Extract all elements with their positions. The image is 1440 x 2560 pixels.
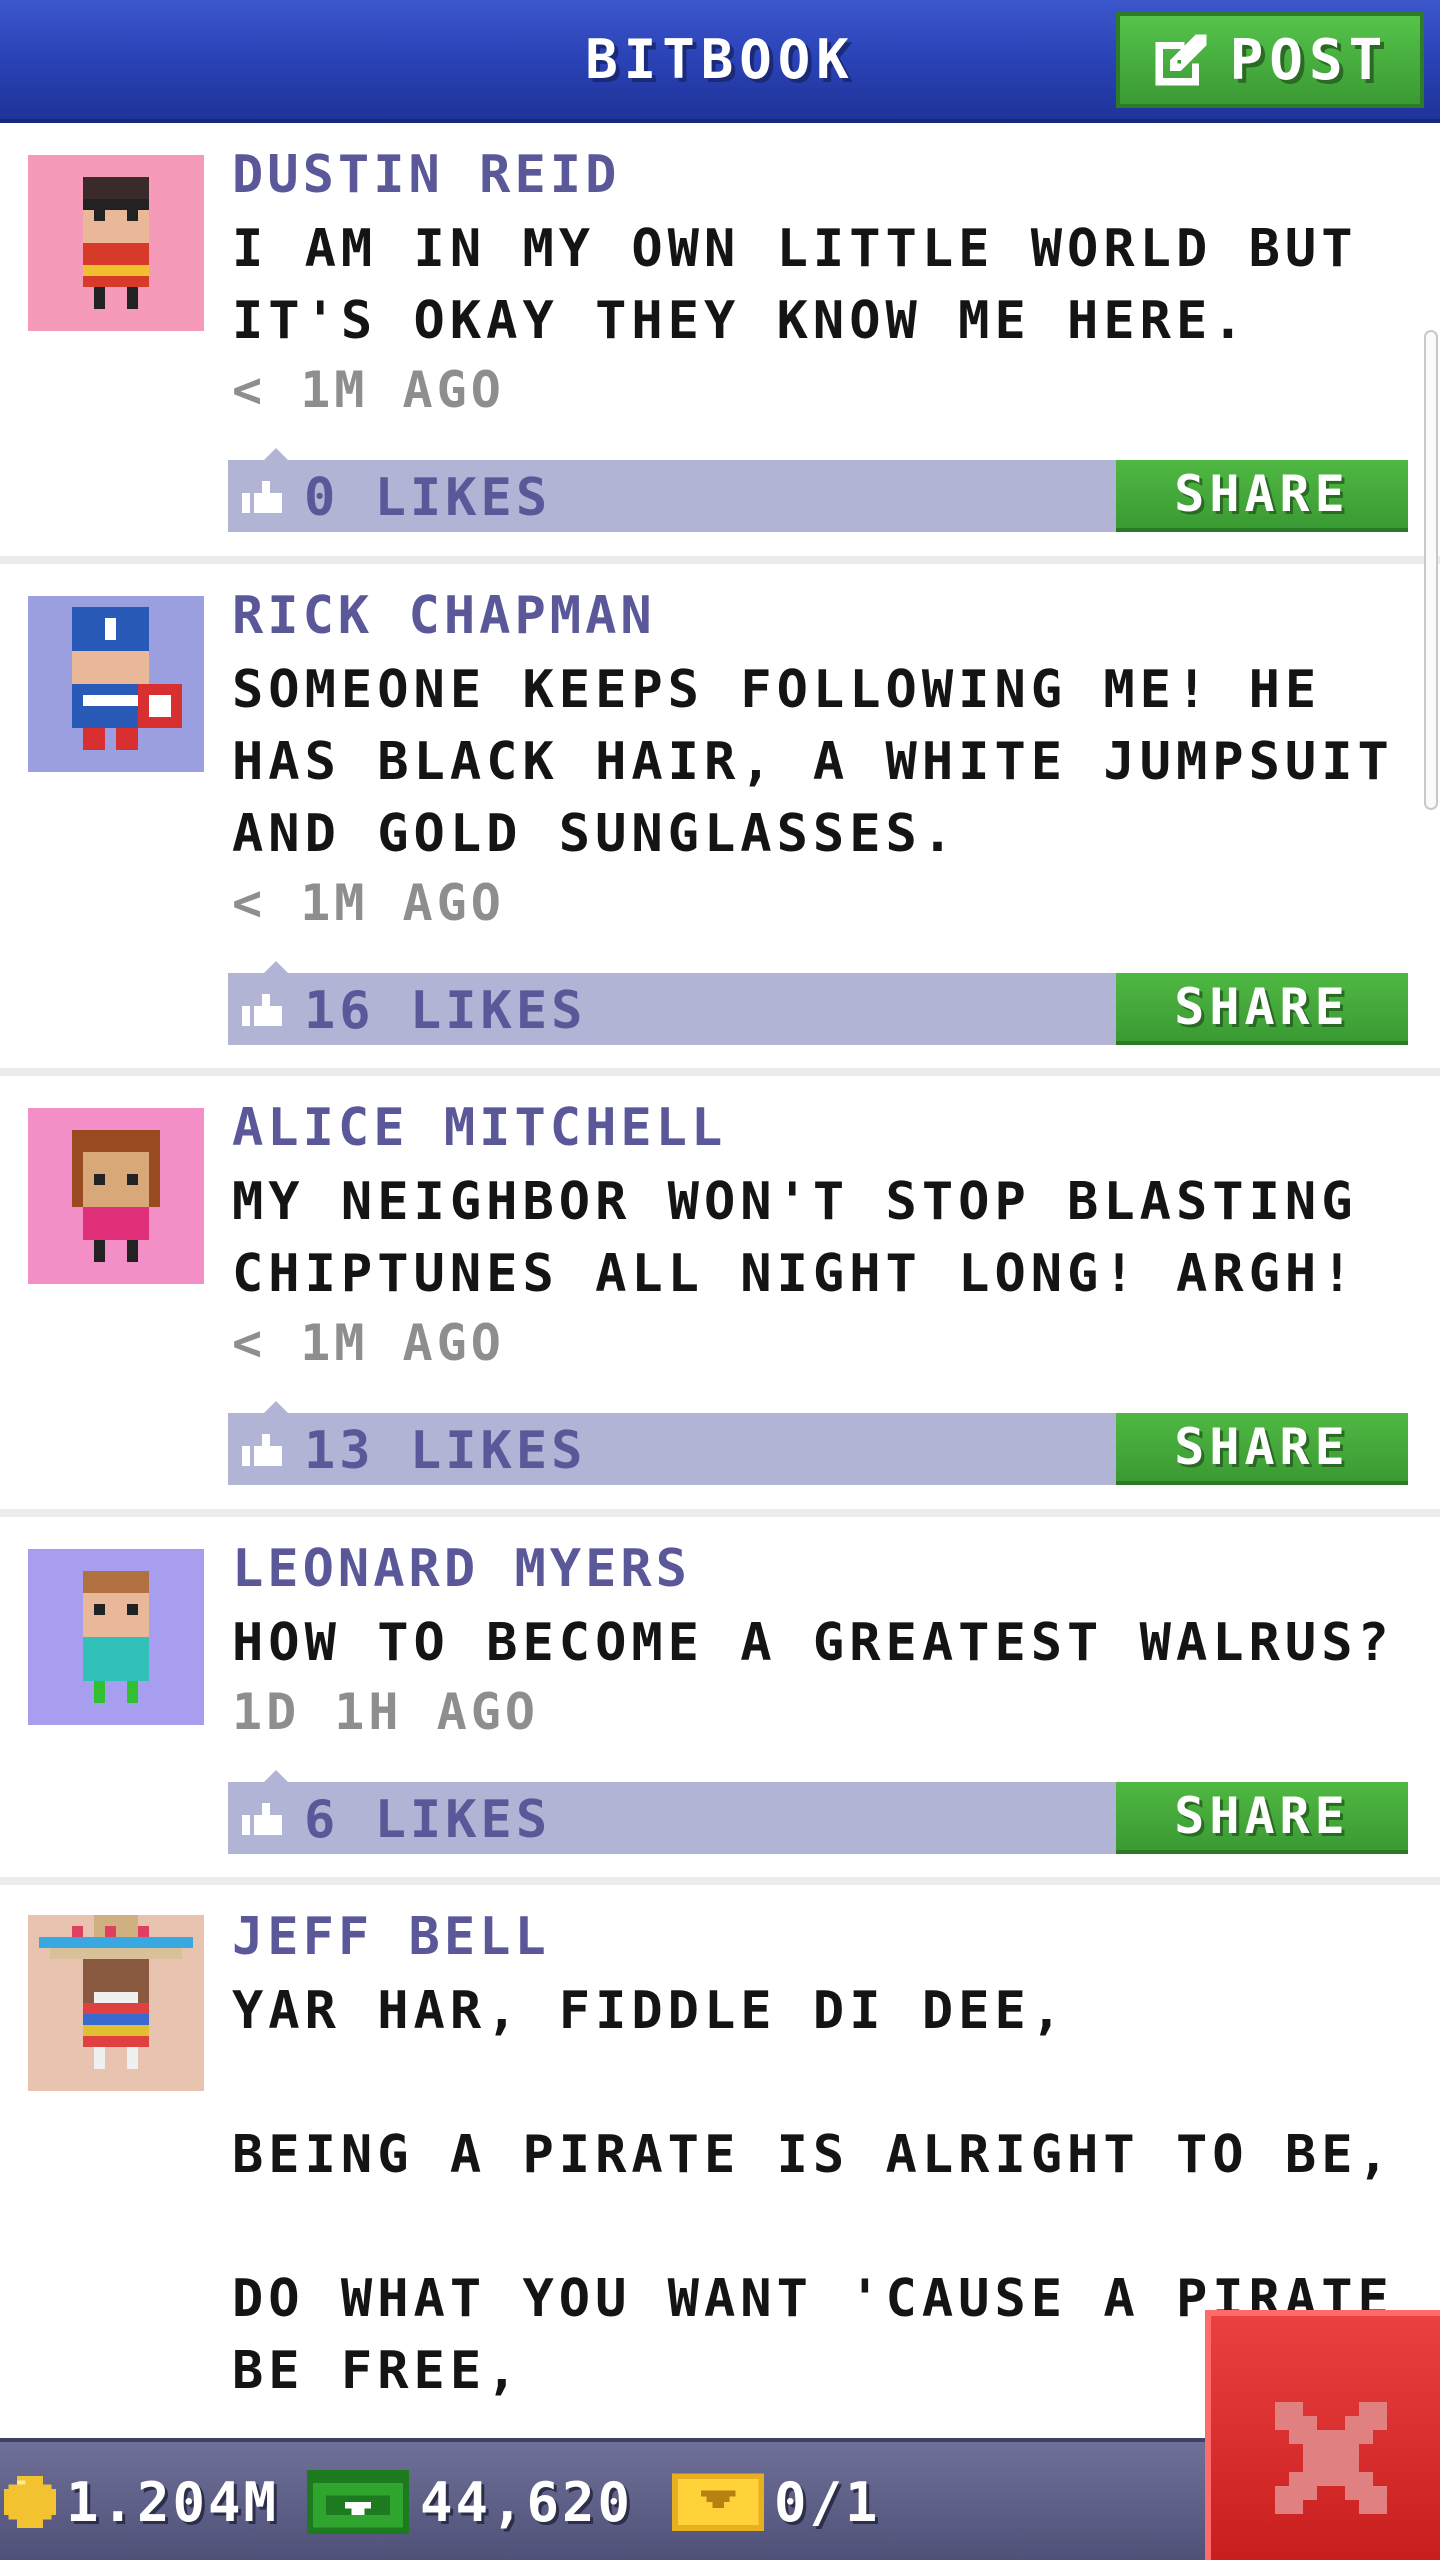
avatar: [28, 1915, 204, 2091]
likes-bar: 6 LIKES SHARE: [228, 1770, 1408, 1854]
avatar: [28, 596, 204, 772]
post-text: I AM IN MY OWN LITTLE WORLD BUT IT'S OKA…: [232, 219, 1358, 351]
post-author[interactable]: DUSTIN REID: [232, 145, 620, 205]
header-bar: BITBOOK POST: [0, 0, 1440, 123]
likes-count[interactable]: 16 LIKES: [304, 981, 586, 1041]
post-text: HOW TO BECOME A GREATEST WALRUS?: [232, 1613, 1394, 1673]
post-time: < 1M AGO: [232, 361, 505, 419]
post-author[interactable]: RICK CHAPMAN: [232, 586, 656, 646]
divider: [0, 1509, 1440, 1517]
thumbs-up-icon: [242, 1434, 282, 1466]
post-time: 1D 1H AGO: [232, 1683, 539, 1741]
tickets-stat: 0/1: [672, 2470, 881, 2534]
post-text: SOMEONE KEEPS FOLLOWING ME! HE HAS BLACK…: [232, 660, 1394, 864]
bux-value: 44,620: [420, 2470, 634, 2534]
compose-icon: [1155, 34, 1206, 86]
scroll-indicator[interactable]: [1424, 330, 1438, 810]
likes-bar: 13 LIKES SHARE: [228, 1401, 1408, 1485]
bux-icon: [306, 2470, 410, 2534]
post-time: < 1M AGO: [232, 1314, 505, 1372]
share-button[interactable]: SHARE: [1116, 973, 1408, 1045]
coin-icon: [4, 2476, 56, 2528]
likes-bar: 16 LIKES SHARE: [228, 961, 1408, 1045]
bitbook-app: BITBOOK POST DUSTIN REID I AM IN MY OWN …: [0, 0, 1440, 2560]
post-button[interactable]: POST: [1116, 12, 1424, 108]
post-author[interactable]: LEONARD MYERS: [232, 1539, 691, 1599]
post-button-label: POST: [1229, 27, 1389, 93]
thumbs-up-icon: [242, 1803, 282, 1835]
share-button[interactable]: SHARE: [1116, 460, 1408, 532]
close-icon: [1275, 2402, 1387, 2514]
divider: [0, 1068, 1440, 1076]
ticket-icon: [672, 2473, 764, 2531]
post-text: MY NEIGHBOR WON'T STOP BLASTING CHIPTUNE…: [232, 1172, 1358, 1304]
divider: [0, 1877, 1440, 1885]
avatar: [28, 1549, 204, 1725]
thumbs-up-icon: [242, 481, 282, 513]
thumbs-up-icon: [242, 994, 282, 1026]
post-time: < 1M AGO: [232, 874, 505, 932]
post-author[interactable]: ALICE MITCHELL: [232, 1098, 726, 1158]
close-button[interactable]: [1205, 2310, 1440, 2560]
avatar: [28, 155, 204, 331]
coins-value: 1.204M: [66, 2470, 280, 2534]
likes-bar: 0 LIKES SHARE: [228, 448, 1408, 532]
divider: [0, 556, 1440, 564]
likes-count[interactable]: 0 LIKES: [304, 468, 551, 528]
likes-count[interactable]: 13 LIKES: [304, 1421, 586, 1481]
bux-stat: 44,620: [306, 2470, 633, 2534]
share-button[interactable]: SHARE: [1116, 1413, 1408, 1485]
share-button[interactable]: SHARE: [1116, 1782, 1408, 1854]
post-author[interactable]: JEFF BELL: [232, 1907, 550, 1967]
coins-stat: 1.204M: [4, 2470, 279, 2534]
avatar: [28, 1108, 204, 1284]
tickets-value: 0/1: [774, 2470, 881, 2534]
likes-count[interactable]: 6 LIKES: [304, 1790, 551, 1850]
